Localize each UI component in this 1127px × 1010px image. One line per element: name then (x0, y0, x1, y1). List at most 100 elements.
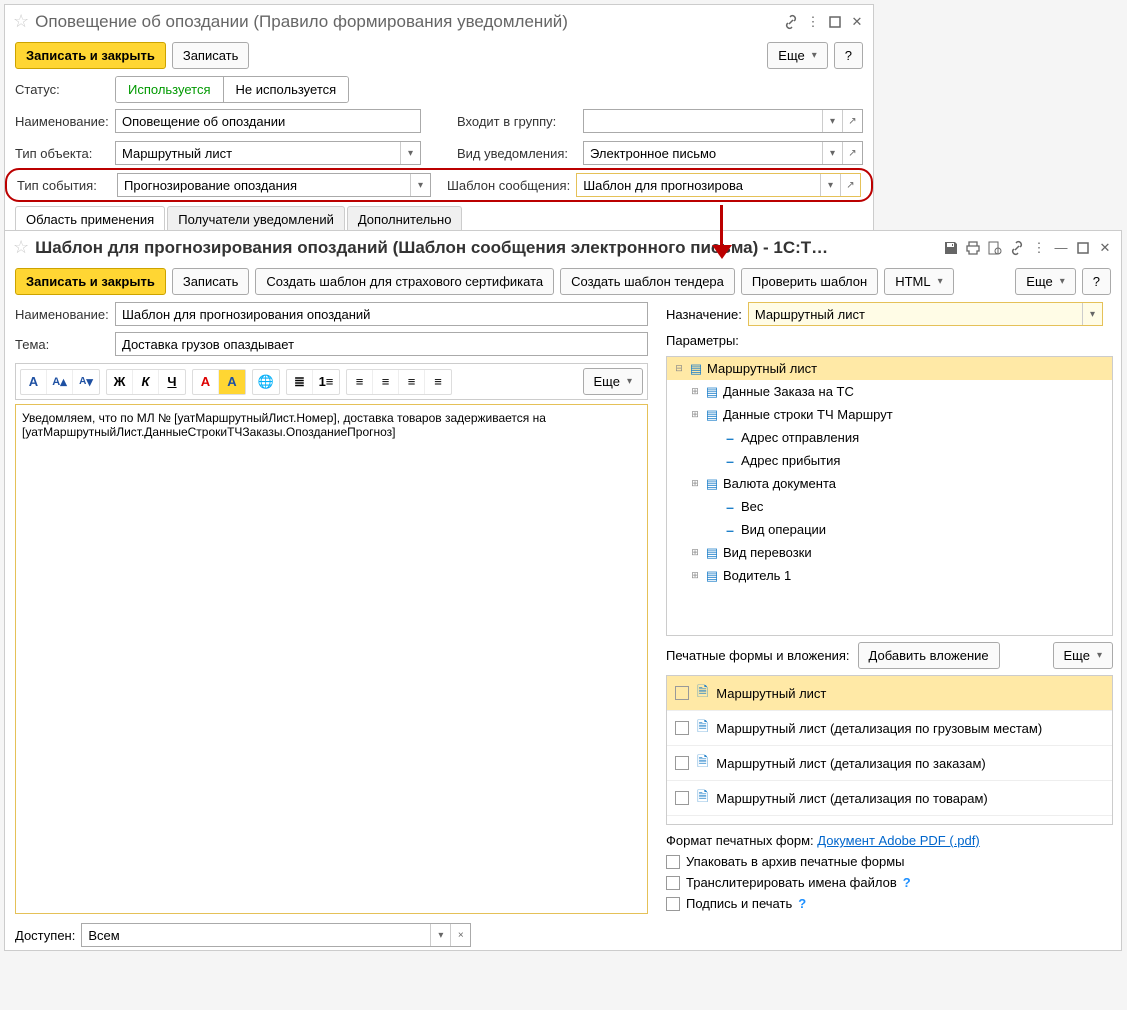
tree-item[interactable]: – Адрес прибытия (667, 449, 1112, 472)
tab-additional[interactable]: Дополнительно (347, 206, 463, 232)
tab-recipients[interactable]: Получатели уведомлений (167, 206, 345, 232)
checkbox-signstamp[interactable] (666, 897, 680, 911)
font-shrink-icon[interactable]: A▾ (73, 370, 99, 394)
template-select[interactable]: ▾ ↗ (576, 173, 861, 197)
print-icon[interactable] (965, 240, 981, 256)
open-icon[interactable]: ↗ (840, 174, 860, 196)
more-button[interactable]: Еще (767, 42, 827, 69)
close-icon[interactable]: ✕ (1097, 240, 1113, 256)
underline-icon[interactable]: Ч (159, 370, 185, 394)
tab-scope[interactable]: Область применения (15, 206, 165, 232)
attachments-more-button[interactable]: Еще (1053, 642, 1113, 669)
favorite-star-icon[interactable]: ☆ (13, 11, 29, 32)
close-icon[interactable]: ✕ (849, 14, 865, 30)
expand-icon[interactable]: ⊞ (689, 386, 701, 398)
tree-item[interactable]: ⊞ ▤ Водитель 1 (667, 564, 1112, 587)
bullet-list-icon[interactable]: ≣ (287, 370, 313, 394)
status-notused[interactable]: Не используется (224, 77, 349, 102)
more-menu-icon[interactable]: ⋮ (805, 14, 821, 30)
bold-icon[interactable]: Ж (107, 370, 133, 394)
link-icon[interactable] (783, 14, 799, 30)
dropdown-icon[interactable]: ▾ (430, 924, 450, 946)
dropdown-icon[interactable]: ▾ (1082, 303, 1102, 325)
attachment-row[interactable]: 🗎 Маршрутный лист (детализация по заказа… (667, 746, 1112, 781)
font-normal-icon[interactable]: A (21, 370, 47, 394)
open-icon[interactable]: ↗ (842, 110, 862, 132)
checkbox[interactable] (675, 686, 689, 700)
attachment-row[interactable]: 🗎 Маршрутный лист (детализация по товара… (667, 781, 1112, 816)
more-menu-icon[interactable]: ⋮ (1031, 240, 1047, 256)
checkbox-translit[interactable] (666, 876, 680, 890)
dropdown-icon[interactable]: ▾ (822, 110, 842, 132)
save-button[interactable]: Записать (172, 42, 250, 69)
tree-item[interactable]: ⊞ ▤ Валюта документа (667, 472, 1112, 495)
tree-item[interactable]: – Вес (667, 495, 1112, 518)
favorite-star-icon[interactable]: ☆ (13, 237, 29, 258)
objtype-select[interactable]: ▾ (115, 141, 421, 165)
notiftype-select[interactable]: ▾ ↗ (583, 141, 863, 165)
tree-item[interactable]: – Вид операции (667, 518, 1112, 541)
checkbox-archive[interactable] (666, 855, 680, 869)
check-template-button[interactable]: Проверить шаблон (741, 268, 878, 295)
checkbox[interactable] (675, 791, 689, 805)
align-justify-icon[interactable]: ≡ (425, 370, 451, 394)
tree-item[interactable]: ⊞ ▤ Вид перевозки (667, 541, 1112, 564)
font-grow-icon[interactable]: A▴ (47, 370, 73, 394)
align-left-icon[interactable]: ≡ (347, 370, 373, 394)
assign-select[interactable]: ▾ (748, 302, 1103, 326)
create-cert-template-button[interactable]: Создать шаблон для страхового сертификат… (255, 268, 554, 295)
html-mode-button[interactable]: HTML (884, 268, 953, 295)
checkbox[interactable] (675, 721, 689, 735)
expand-icon[interactable]: ⊞ (689, 478, 701, 490)
dropdown-icon[interactable]: ▾ (400, 142, 420, 164)
italic-icon[interactable]: К (133, 370, 159, 394)
status-used[interactable]: Используется (116, 77, 224, 102)
save-button[interactable]: Записать (172, 268, 250, 295)
tree-item[interactable]: ⊞ ▤ Данные строки ТЧ Маршрут (667, 403, 1112, 426)
expand-icon[interactable]: ⊞ (689, 570, 701, 582)
align-right-icon[interactable]: ≡ (399, 370, 425, 394)
tree-root[interactable]: ⊟ ▤ Маршрутный лист (667, 357, 1112, 380)
format-link[interactable]: Документ Adobe PDF (.pdf) (817, 833, 979, 848)
more-button[interactable]: Еще (1015, 268, 1075, 295)
dropdown-icon[interactable]: ▾ (822, 142, 842, 164)
attachment-row[interactable]: 🗎 Маршрутный лист (детализация по грузов… (667, 711, 1112, 746)
access-select[interactable]: ▾ × (81, 923, 471, 947)
clear-icon[interactable]: × (450, 924, 470, 946)
expand-icon[interactable]: ⊞ (689, 409, 701, 421)
save-close-button[interactable]: Записать и закрыть (15, 42, 166, 69)
maximize-icon[interactable] (1075, 240, 1091, 256)
link-icon[interactable] (1009, 240, 1025, 256)
expand-icon[interactable]: ⊞ (689, 547, 701, 559)
open-icon[interactable]: ↗ (842, 142, 862, 164)
preview-icon[interactable] (987, 240, 1003, 256)
help-icon[interactable]: ? (903, 875, 911, 890)
highlight-color-icon[interactable]: A (219, 370, 245, 394)
subject-input[interactable] (115, 332, 648, 356)
text-color-icon[interactable]: A (193, 370, 219, 394)
tree-item[interactable]: ⊞ ▤ Данные Заказа на ТС (667, 380, 1112, 403)
add-attachment-button[interactable]: Добавить вложение (858, 642, 1000, 669)
editor-more-button[interactable]: Еще (583, 368, 643, 395)
name-input[interactable] (115, 302, 648, 326)
align-center-icon[interactable]: ≡ (373, 370, 399, 394)
tree-item[interactable]: – Адрес отправления (667, 426, 1112, 449)
create-tender-template-button[interactable]: Создать шаблон тендера (560, 268, 735, 295)
dropdown-icon[interactable]: ▾ (820, 174, 840, 196)
save-icon[interactable] (943, 240, 959, 256)
dropdown-icon[interactable]: ▾ (410, 174, 430, 196)
minimize-icon[interactable]: — (1053, 240, 1069, 256)
message-body-editor[interactable]: Уведомляем, что по МЛ № [уатМаршрутныйЛи… (15, 404, 648, 914)
numbered-list-icon[interactable]: 1≡ (313, 370, 339, 394)
maximize-icon[interactable] (827, 14, 843, 30)
checkbox[interactable] (675, 756, 689, 770)
parameters-tree[interactable]: ⊟ ▤ Маршрутный лист ⊞ ▤ Данные Заказа на… (666, 356, 1113, 636)
group-select[interactable]: ▾ ↗ (583, 109, 863, 133)
name-input[interactable] (115, 109, 421, 133)
attachment-row[interactable]: 🗎 Маршрутный лист (667, 676, 1112, 711)
insert-image-icon[interactable]: 🌐 (253, 370, 279, 394)
help-button[interactable]: ? (834, 42, 863, 69)
help-icon[interactable]: ? (798, 896, 806, 911)
collapse-icon[interactable]: ⊟ (673, 363, 685, 375)
help-button[interactable]: ? (1082, 268, 1111, 295)
